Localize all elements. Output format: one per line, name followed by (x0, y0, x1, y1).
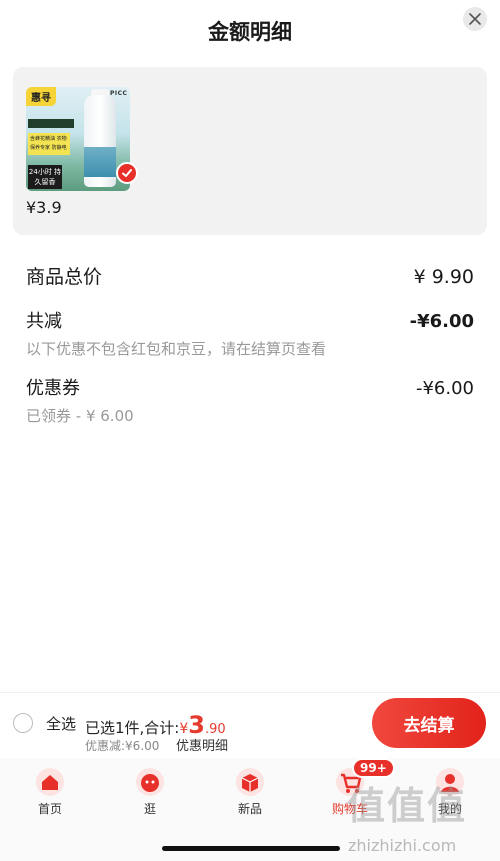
thumb-bottom-tag: 24小时 持久留香 (28, 165, 62, 189)
sheet-header: 金额明细 (0, 0, 500, 62)
tab-label: 新品 (237, 802, 262, 816)
home-icon (34, 766, 66, 798)
bottle-label (84, 147, 116, 177)
close-icon (469, 13, 481, 25)
tab-new[interactable]: 新品 (220, 766, 280, 817)
browse-icon (134, 766, 166, 798)
tab-browse[interactable]: 逛 (120, 766, 180, 817)
coupon-note: 已领券 - ¥ 6.00 (26, 407, 134, 425)
product-thumbnail[interactable]: 惠寻 含蜂花精油 衣物保养专家 防静电 24小时 持久留香 PICC (26, 87, 130, 191)
watermark-url: zhizhizhi.com (348, 836, 457, 855)
thumb-tags: 含蜂花精油 衣物保养专家 防静电 (28, 133, 70, 155)
summary-text: 已选1件,合计: (85, 719, 180, 737)
tab-label: 逛 (143, 802, 156, 816)
product-price: ¥3.9 (26, 198, 62, 217)
close-button[interactable] (463, 7, 487, 31)
reduce-row: 共减 -¥6.00 (26, 307, 474, 333)
tab-home[interactable]: 首页 (20, 766, 80, 817)
coupon-row: 优惠券 -¥6.00 (26, 374, 474, 400)
reduce-label: 共减 (26, 311, 62, 332)
thumb-brand-box (28, 119, 74, 128)
select-all-radio[interactable] (13, 713, 33, 733)
sheet-title: 金额明细 (208, 20, 292, 44)
product-card: 惠寻 含蜂花精油 衣物保养专家 防静电 24小时 持久留香 PICC (13, 67, 487, 235)
coupon-value: -¥6.00 (415, 378, 474, 399)
reduce-value: -¥6.00 (409, 311, 474, 332)
watermark-logo: 值值值 (347, 784, 468, 828)
coupon-label: 优惠券 (26, 378, 80, 399)
select-all-label[interactable]: 全选 (46, 713, 76, 734)
reduce-note: 以下优惠不包含红包和京豆，请在结算页查看 (26, 340, 327, 358)
selected-check[interactable] (116, 162, 138, 184)
total-price-value: ¥ 9.90 (413, 266, 474, 288)
checkmark-icon (122, 169, 132, 177)
checkout-bar: 全选 已选1件,合计:¥3.90 优惠减:¥6.00 优惠明细 去结算 (0, 692, 500, 758)
thumb-badge: 惠寻 (26, 87, 56, 106)
discount-detail-link[interactable]: 优惠明细 (176, 735, 228, 754)
total-price-row: 商品总价 ¥ 9.90 (26, 262, 474, 289)
total-price-label: 商品总价 (26, 266, 103, 288)
checkout-button[interactable]: 去结算 (372, 698, 486, 748)
home-indicator[interactable] (162, 846, 340, 851)
new-product-icon (234, 766, 266, 798)
discount-summary: 优惠减:¥6.00 (85, 739, 160, 753)
thumb-brand: PICC (110, 90, 128, 97)
tab-label: 首页 (37, 802, 62, 816)
